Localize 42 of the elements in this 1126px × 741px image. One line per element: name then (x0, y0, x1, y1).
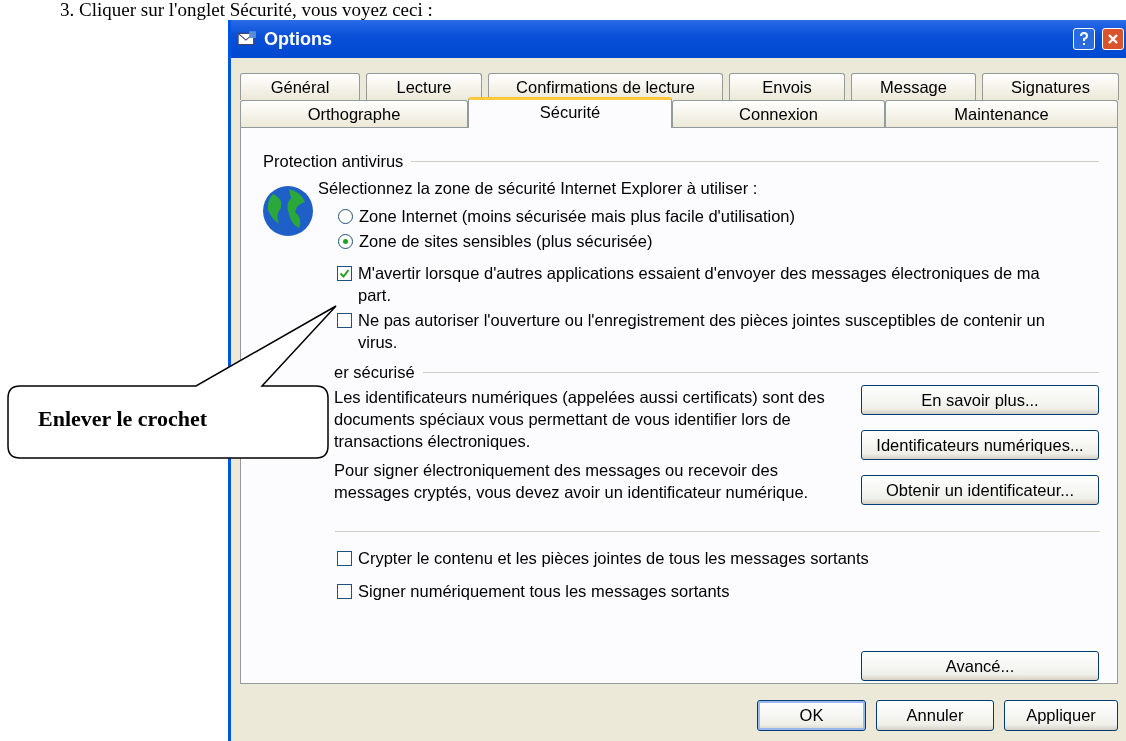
advanced-button[interactable]: Avancé... (861, 651, 1099, 681)
tab[interactable]: Maintenance (885, 100, 1118, 127)
globe-icon (261, 184, 315, 238)
radio-button[interactable] (338, 209, 353, 224)
group-heading: Protection antivirus (263, 151, 404, 171)
checkbox-label: Crypter le contenu et les pièces jointes de tous les messages sortants (358, 548, 869, 569)
dialog-button[interactable]: Obtenir un identificateur... (861, 475, 1099, 505)
description-text: Les identificateurs numériques (appelées aussi certificats) sont des documents spéciaux vous permettant de vous identifier lors de transactions électroniques. (334, 387, 826, 452)
close-button[interactable] (1102, 28, 1124, 50)
group-heading: er sécurisé (334, 362, 415, 382)
dialog-button[interactable]: Identificateurs numériques... (861, 430, 1099, 460)
tab[interactable]: Signatures (982, 73, 1119, 100)
close-icon (1107, 33, 1119, 45)
dialog-button[interactable]: Appliquer (1004, 700, 1118, 731)
tab[interactable]: Lecture (366, 73, 482, 100)
checkbox[interactable] (337, 313, 352, 328)
tab[interactable]: Sécurité (468, 97, 672, 128)
tab[interactable]: Message (851, 73, 976, 100)
question-mark-icon (1079, 32, 1089, 46)
checkbox[interactable] (337, 266, 352, 281)
description-text: Pour signer électroniquement des messages ou recevoir des messages cryptés, vous devez avoir un identificateur numérique. (334, 460, 810, 503)
tab[interactable]: Général (240, 73, 360, 100)
document-text: 3. Cliquer sur l'onglet Sécurité, vous voyez ceci : (60, 0, 433, 20)
checkbox-label: Ne pas autoriser l'ouverture ou l'enregistrement des pièces jointes susceptibles de contenir un virus. (358, 310, 1046, 353)
zone-prompt: Sélectionnez la zone de sécurité Internet Explorer à utiliser : (318, 178, 759, 198)
callout-text: Enlever le crochet (38, 406, 208, 432)
tab[interactable]: Orthographe (240, 100, 468, 127)
checkbox-label: Signer numériquement tous les messages sortants (358, 581, 730, 602)
radio-button[interactable] (338, 234, 353, 249)
dialog-button[interactable]: En savoir plus... (861, 385, 1099, 415)
envelope-icon (237, 30, 257, 48)
tab[interactable]: Connexion (672, 100, 885, 127)
radio-label: Zone Internet (moins sécurisée mais plus facile d'utilisation) (359, 206, 795, 227)
radio-label: Zone de sites sensibles (plus sécurisée) (359, 231, 653, 252)
dialog-button[interactable]: Annuler (876, 700, 994, 731)
checkbox[interactable] (337, 584, 352, 599)
tab[interactable]: Envois (729, 73, 845, 100)
window-title: Options (264, 28, 333, 50)
checkbox[interactable] (337, 551, 352, 566)
checkbox-label: M'avertir lorsque d'autres applications essaient d'envoyer des messages électroniques de ma part. (358, 263, 1041, 306)
dialog-button[interactable]: OK (757, 700, 866, 731)
help-button[interactable] (1073, 28, 1095, 50)
